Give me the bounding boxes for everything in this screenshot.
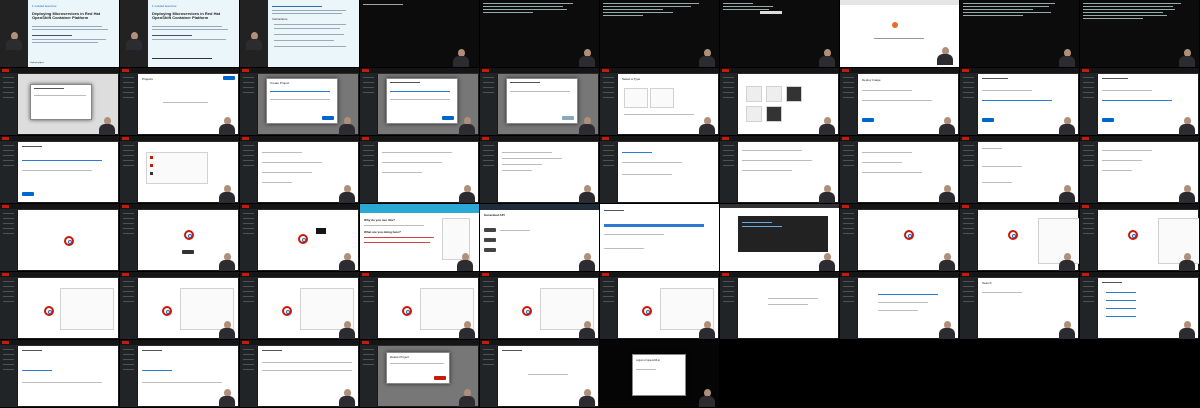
topology-node-icon[interactable]: [1128, 230, 1138, 240]
presenter-photo: [0, 0, 28, 67]
logout-text: Logout of openshift.io: [636, 359, 660, 362]
storyboard-frame-deploy-form-10[interactable]: [1080, 136, 1200, 204]
storyboard-frame-deploy-form-4[interactable]: [360, 136, 480, 204]
storyboard-frame-topology-7[interactable]: [0, 272, 120, 340]
topology-node-icon[interactable]: [904, 230, 914, 240]
topology-node-icon[interactable]: [184, 230, 194, 240]
delete-project-title: Delete Project: [390, 355, 409, 359]
slide-footer: Deploying Apps: [30, 62, 44, 64]
storyboard-frame-terminal-3[interactable]: [600, 0, 720, 68]
storyboard-frame-topology-3[interactable]: [240, 204, 360, 272]
instructions-heading: Instructions: [272, 17, 288, 21]
storyboard-frame-topology-9[interactable]: [240, 272, 360, 340]
slide-label: 1 Guided Exercise: [152, 4, 177, 8]
storyboard-frame-deploy-image-1[interactable]: Deploy Image: [840, 68, 960, 136]
topology-node-icon[interactable]: [642, 306, 652, 316]
storyboard-frame-deploy-form-6[interactable]: [600, 136, 720, 204]
storyboard-frame-topology-5[interactable]: [960, 204, 1080, 272]
topology-node-icon[interactable]: [44, 306, 54, 316]
question-why: Why do you use this?: [364, 218, 396, 222]
api-title: Generated API: [484, 213, 505, 217]
storyboard-frame-logout[interactable]: Logout of openshift.io: [600, 340, 720, 408]
storyboard-frame-terminal-1[interactable]: [360, 0, 480, 68]
storyboard-frame-empty-2: [840, 340, 960, 408]
storyboard-frame-slide-title[interactable]: 1 Guided Exercise Deploying Microservice…: [0, 0, 120, 68]
storyboard-frame-terminal-5[interactable]: [960, 0, 1080, 68]
storyboard-frame-empty-4: [1080, 340, 1200, 408]
storyboard-frame-empty-3: [960, 340, 1080, 408]
topology-node-icon[interactable]: [298, 234, 308, 244]
search-heading: Search: [982, 281, 992, 285]
storyboard-frame-resources-2[interactable]: [120, 340, 240, 408]
storyboard-frame-api-page[interactable]: Generated API: [480, 204, 600, 272]
topology-node-icon[interactable]: [64, 236, 74, 246]
storyboard-frame-select-type[interactable]: Select a Type: [600, 68, 720, 136]
storyboard-frame-delete-project[interactable]: Delete Project: [360, 340, 480, 408]
storyboard-frame-deploy-form-3[interactable]: [240, 136, 360, 204]
storyboard-frame-deploy-form-7[interactable]: [720, 136, 840, 204]
storyboard-frame-deploy-form-2[interactable]: [120, 136, 240, 204]
storyboard-frame-topology-1[interactable]: [0, 204, 120, 272]
storyboard-frame-search[interactable]: Search: [960, 272, 1080, 340]
storyboard-frame-app-page[interactable]: Why do you use this? What are you doing …: [360, 204, 480, 272]
storyboard-frame-response[interactable]: [600, 204, 720, 272]
topology-node-icon[interactable]: [282, 306, 292, 316]
storyboard-frame-browser-start[interactable]: [840, 0, 960, 68]
topology-node-icon[interactable]: [1008, 230, 1018, 240]
storyboard-frame-search-results[interactable]: [1080, 272, 1200, 340]
storyboard-frame-catalog[interactable]: [720, 68, 840, 136]
slide-title: Deploying Microservices in Red Hat OpenS…: [32, 11, 101, 20]
storyboard-frame-projects[interactable]: Projects: [120, 68, 240, 136]
storyboard-frame-projects-2[interactable]: [240, 340, 360, 408]
storyboard-frame-deploy-form-1[interactable]: [0, 136, 120, 204]
storyboard-frame-slide-3[interactable]: Instructions: [240, 0, 360, 68]
storyboard-frame-deploy-form-5[interactable]: [480, 136, 600, 204]
storyboard-frame-topology-11[interactable]: [480, 272, 600, 340]
projects-heading: Projects: [142, 77, 153, 81]
storyboard-frame-deploy-image-3[interactable]: [1080, 68, 1200, 136]
deploy-image-title: Deploy Image: [862, 78, 881, 82]
storyboard-frame-empty-1: [720, 340, 840, 408]
storyboard-frame-topology-2[interactable]: [120, 204, 240, 272]
create-project-title: Create Project: [270, 81, 290, 85]
app-banner: [360, 204, 479, 213]
storyboard-frame-topology-12[interactable]: [600, 272, 720, 340]
topology-node-icon[interactable]: [162, 306, 172, 316]
topology-node-icon[interactable]: [402, 306, 412, 316]
storyboard-frame-projects-empty[interactable]: [480, 340, 600, 408]
storyboard-frame-slide-2[interactable]: 1 Guided Exercise Deploying Microservice…: [120, 0, 240, 68]
video-storyboard-grid: 1 Guided Exercise Deploying Microservice…: [0, 0, 1200, 408]
storyboard-frame-console-login-modal[interactable]: [0, 68, 120, 136]
storyboard-frame-resources[interactable]: [0, 340, 120, 408]
storyboard-frame-create-project-3[interactable]: [480, 68, 600, 136]
storyboard-frame-deploy-form-9[interactable]: [960, 136, 1080, 204]
storyboard-frame-topology-4[interactable]: [840, 204, 960, 272]
storyboard-frame-create-project-2[interactable]: [360, 68, 480, 136]
question-how: What are you doing here?: [364, 230, 401, 234]
storyboard-frame-deploy-image-2[interactable]: [960, 68, 1080, 136]
storyboard-frame-topology-8[interactable]: [120, 272, 240, 340]
slide-title: Deploying Microservices in Red Hat OpenS…: [152, 11, 221, 20]
slide-label: 1 Guided Exercise: [32, 4, 57, 8]
topology-node-icon[interactable]: [522, 306, 532, 316]
storyboard-frame-topology-6[interactable]: [1080, 204, 1200, 272]
storyboard-frame-terminal-6[interactable]: [1080, 0, 1200, 68]
storyboard-frame-topology-14[interactable]: [840, 272, 960, 340]
storyboard-frame-topology-10[interactable]: [360, 272, 480, 340]
storyboard-frame-topology-13[interactable]: [720, 272, 840, 340]
storyboard-frame-create-project-1[interactable]: Create Project: [240, 68, 360, 136]
storyboard-frame-terminal-4[interactable]: [720, 0, 840, 68]
storyboard-frame-code-sample[interactable]: [720, 204, 840, 272]
select-type-heading: Select a Type: [622, 77, 641, 81]
storyboard-frame-terminal-2[interactable]: [480, 0, 600, 68]
storyboard-frame-deploy-form-8[interactable]: [840, 136, 960, 204]
